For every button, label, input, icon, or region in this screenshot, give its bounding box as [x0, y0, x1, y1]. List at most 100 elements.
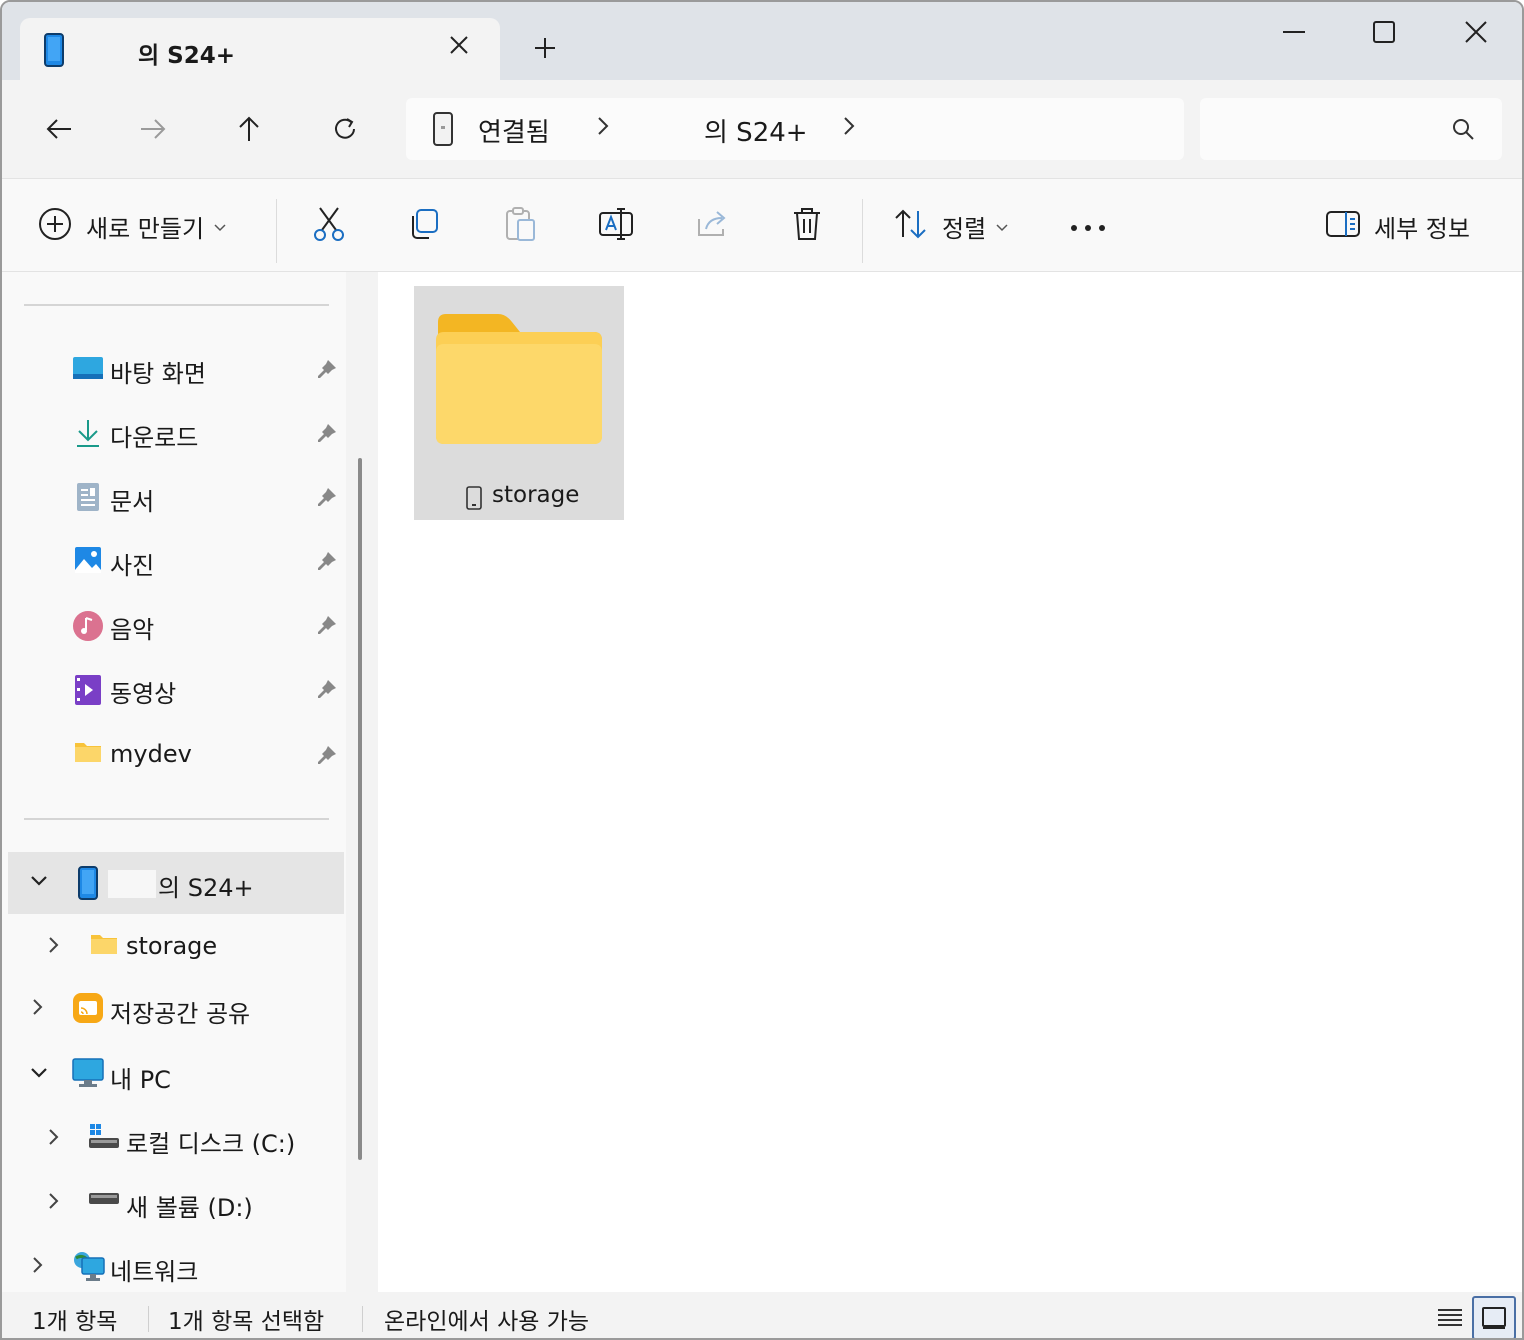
- sidebar-scrollbar-thumb[interactable]: [358, 458, 362, 1160]
- device-icon: [466, 486, 482, 514]
- sidebar-item-this-pc[interactable]: 내 PC: [2, 1044, 344, 1106]
- back-arrow-icon[interactable]: [36, 106, 82, 152]
- sidebar-item-videos[interactable]: 동영상: [2, 658, 344, 720]
- cut-button[interactable]: [312, 199, 346, 253]
- sidebar-item-label: 동영상: [110, 680, 177, 708]
- computer-icon: [72, 1058, 104, 1092]
- chevron-down-icon: [214, 217, 226, 236]
- tab-device[interactable]: 의 S24+: [20, 18, 500, 80]
- sidebar-item-label: 다운로드: [110, 424, 199, 452]
- command-bar: 새로 만들기 정렬 세부 정보: [2, 178, 1522, 272]
- status-selected-count: 1개 항목 선택함: [168, 1309, 325, 1335]
- chevron-right-icon[interactable]: [48, 936, 60, 958]
- pin-icon[interactable]: [316, 422, 338, 448]
- sidebar-item-storage[interactable]: storage: [2, 916, 344, 978]
- folder-icon: [90, 932, 118, 960]
- tab-title: 의 S24+: [138, 43, 236, 69]
- up-arrow-icon[interactable]: [226, 106, 272, 152]
- large-icons-view-icon[interactable]: [1472, 1296, 1516, 1338]
- pictures-icon: [74, 546, 102, 578]
- pin-icon[interactable]: [316, 678, 338, 704]
- minimize-icon[interactable]: [1264, 12, 1324, 52]
- sidebar-item-drive-d[interactable]: 새 볼륨 (D:): [2, 1172, 344, 1234]
- chevron-right-icon[interactable]: [596, 114, 610, 144]
- more-icon: [1070, 217, 1106, 236]
- rename-icon: [598, 207, 634, 245]
- new-tab-button[interactable]: [528, 32, 562, 66]
- sidebar-item-label: 새 볼륨 (D:): [126, 1194, 253, 1222]
- device-icon: [432, 112, 454, 150]
- sidebar-item-label: 로컬 디스크 (C:): [126, 1130, 296, 1158]
- delete-button[interactable]: [792, 199, 822, 253]
- sidebar-item-mydev[interactable]: mydev: [2, 724, 344, 786]
- details-button[interactable]: 세부 정보: [1326, 199, 1470, 253]
- breadcrumb-connected[interactable]: 연결됨: [478, 112, 550, 149]
- share-button[interactable]: [696, 199, 730, 253]
- chevron-right-icon[interactable]: [32, 998, 44, 1020]
- sidebar-item-label: 문서: [110, 488, 155, 516]
- forward-arrow-icon[interactable]: [130, 106, 176, 152]
- sidebar-item-downloads[interactable]: 다운로드: [2, 402, 344, 464]
- sidebar-item-label: 바탕 화면: [110, 360, 206, 388]
- sidebar-item-music[interactable]: 음악: [2, 594, 344, 656]
- file-item-storage[interactable]: storage: [414, 286, 624, 520]
- details-label: 세부 정보: [1374, 214, 1470, 243]
- sidebar-item-label: 음악: [110, 616, 155, 644]
- sidebar-item-label: storage: [126, 932, 218, 960]
- details-view-icon[interactable]: [1428, 1296, 1472, 1338]
- more-button[interactable]: [1070, 199, 1106, 253]
- chevron-right-icon[interactable]: [48, 1128, 60, 1150]
- phone-icon: [78, 866, 98, 904]
- chevron-down-icon[interactable]: [30, 1064, 48, 1083]
- chevron-right-icon[interactable]: [48, 1192, 60, 1214]
- chevron-down-icon[interactable]: [30, 872, 48, 891]
- toolbar-divider: [276, 199, 277, 263]
- sort-button[interactable]: 정렬: [894, 199, 1008, 253]
- sidebar-item-pictures[interactable]: 사진: [2, 530, 344, 592]
- share-icon: [696, 209, 730, 243]
- folder-large-icon: [434, 312, 604, 452]
- sort-label: 정렬: [942, 214, 987, 243]
- sidebar-item-drive-c[interactable]: 로컬 디스크 (C:): [2, 1108, 344, 1170]
- navigation-bar: 연결됨 의 S24+: [2, 80, 1522, 178]
- sidebar-item-storage-share[interactable]: 저장공간 공유: [2, 978, 344, 1040]
- close-window-icon[interactable]: [1446, 12, 1506, 52]
- pin-icon[interactable]: [316, 486, 338, 512]
- sidebar-item-documents[interactable]: 문서: [2, 466, 344, 528]
- chevron-right-icon[interactable]: [32, 1256, 44, 1278]
- sidebar-scrollbar[interactable]: [346, 272, 378, 1292]
- chevron-right-icon[interactable]: [842, 114, 856, 144]
- new-button[interactable]: 새로 만들기: [38, 199, 226, 253]
- file-item-label: storage: [492, 482, 580, 508]
- plus-circle-icon: [38, 207, 72, 245]
- pin-icon[interactable]: [316, 744, 338, 770]
- phone-icon: [44, 33, 64, 71]
- sidebar-item-device[interactable]: 의 S24+: [8, 852, 344, 914]
- music-icon: [72, 610, 104, 646]
- refresh-icon[interactable]: [322, 106, 368, 152]
- desktop-icon: [72, 354, 104, 386]
- search-input[interactable]: [1200, 98, 1502, 160]
- new-button-label: 새로 만들기: [86, 214, 205, 243]
- storage-share-icon: [72, 992, 104, 1028]
- copy-button[interactable]: [408, 199, 440, 253]
- sidebar-item-label: 네트워크: [110, 1258, 199, 1286]
- status-item-count: 1개 항목: [32, 1309, 118, 1335]
- close-icon[interactable]: [444, 32, 474, 62]
- sidebar-item-network[interactable]: 네트워크: [2, 1236, 344, 1298]
- paste-button[interactable]: [504, 199, 536, 253]
- rename-button[interactable]: [598, 199, 634, 253]
- video-icon: [74, 674, 102, 710]
- maximize-icon[interactable]: [1354, 12, 1414, 52]
- status-availability: 온라인에서 사용 가능: [384, 1309, 590, 1335]
- drive-icon: [88, 1190, 120, 1210]
- sidebar-item-desktop[interactable]: 바탕 화면: [2, 338, 344, 400]
- network-icon: [72, 1250, 106, 1286]
- paste-icon: [504, 206, 536, 246]
- address-bar[interactable]: 연결됨 의 S24+: [406, 98, 1184, 160]
- pin-icon[interactable]: [316, 550, 338, 576]
- system-drive-icon: [88, 1122, 120, 1154]
- pin-icon[interactable]: [316, 614, 338, 640]
- breadcrumb-device[interactable]: 의 S24+: [704, 112, 808, 149]
- pin-icon[interactable]: [316, 358, 338, 384]
